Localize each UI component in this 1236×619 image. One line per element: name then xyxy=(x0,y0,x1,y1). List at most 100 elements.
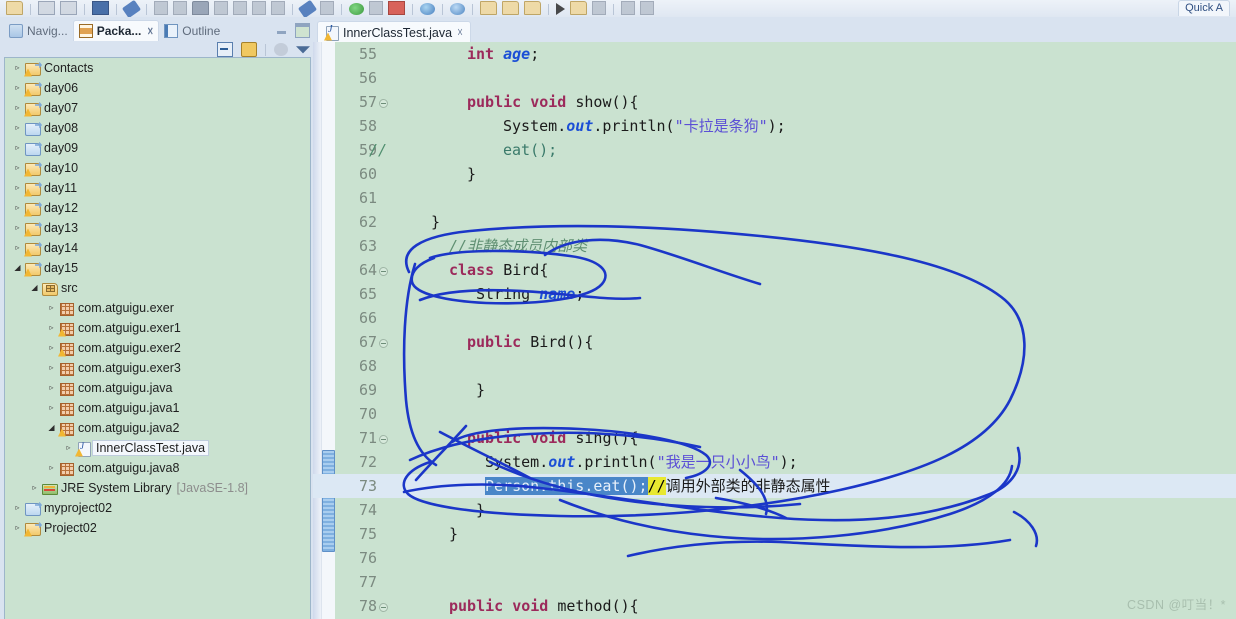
tree-item[interactable]: ▹ day08 xyxy=(5,118,310,138)
chart-b-icon[interactable] xyxy=(252,1,266,15)
code-line[interactable]: 77 xyxy=(313,570,1236,594)
debug-icon[interactable] xyxy=(214,1,228,15)
twisty-collapsed-icon[interactable]: ▹ xyxy=(45,358,58,378)
profile-icon[interactable] xyxy=(320,1,334,15)
twisty-collapsed-icon[interactable]: ▹ xyxy=(11,198,24,218)
tree-item[interactable]: ▹ day09 xyxy=(5,138,310,158)
tree-item[interactable]: ▹ Contacts xyxy=(5,58,310,78)
open-type-icon[interactable] xyxy=(570,1,587,15)
tree-item[interactable]: ▹ com.atguigu.exer1 xyxy=(5,318,310,338)
monitor-icon[interactable] xyxy=(92,1,109,15)
link-with-editor-icon[interactable] xyxy=(241,42,257,57)
next-icon[interactable] xyxy=(640,1,654,15)
globe-icon[interactable] xyxy=(420,3,435,15)
chart-c-icon[interactable] xyxy=(271,1,285,15)
twisty-collapsed-icon[interactable]: ▹ xyxy=(11,238,24,258)
fold-toggle-icon[interactable] xyxy=(379,99,388,108)
twisty-collapsed-icon[interactable]: ▹ xyxy=(11,218,24,238)
tree-item[interactable]: ▹ Project02 xyxy=(5,518,310,538)
twisty-collapsed-icon[interactable]: ▹ xyxy=(11,518,24,538)
search-icon[interactable] xyxy=(121,0,142,17)
twisty-collapsed-icon[interactable]: ▹ xyxy=(45,338,58,358)
tree-item[interactable]: ▹ com.atguigu.exer3 xyxy=(5,358,310,378)
twisty-collapsed-icon[interactable]: ▹ xyxy=(11,118,24,138)
tree-item[interactable]: ▹ com.atguigu.exer2 xyxy=(5,338,310,358)
tree-item[interactable]: ▹ day12 xyxy=(5,198,310,218)
twisty-collapsed-icon[interactable]: ▹ xyxy=(45,398,58,418)
code-line[interactable]: 66 xyxy=(313,306,1236,330)
twisty-collapsed-icon[interactable]: ▹ xyxy=(11,138,24,158)
code-line[interactable]: 69} xyxy=(313,378,1236,402)
code-line[interactable]: 68 xyxy=(313,354,1236,378)
tree-item[interactable]: ▹ day07 xyxy=(5,98,310,118)
twisty-collapsed-icon[interactable]: ▹ xyxy=(28,478,41,498)
quick-access-field[interactable]: Quick A xyxy=(1178,0,1230,16)
run-icon[interactable] xyxy=(349,3,364,15)
chart-a-icon[interactable] xyxy=(233,1,247,15)
open-folder-icon[interactable] xyxy=(6,1,23,15)
folder-b-icon[interactable] xyxy=(502,1,519,15)
twisty-collapsed-icon[interactable]: ▹ xyxy=(45,378,58,398)
code-line[interactable]: 62} xyxy=(313,210,1236,234)
twisty-collapsed-icon[interactable]: ▹ xyxy=(11,498,24,518)
folder-link-icon[interactable] xyxy=(524,1,541,15)
code-line[interactable]: 65 String name; xyxy=(313,282,1236,306)
code-line[interactable]: 70 xyxy=(313,402,1236,426)
fold-toggle-icon[interactable] xyxy=(379,267,388,276)
code-line[interactable]: 73 Person.this.eat();//调用外部类的非静态属性 xyxy=(313,474,1236,498)
folder-a-icon[interactable] xyxy=(480,1,497,15)
save-icon[interactable] xyxy=(38,1,55,15)
twisty-collapsed-icon[interactable]: ▹ xyxy=(45,298,58,318)
tree-item[interactable]: ◢ day15 xyxy=(5,258,310,278)
tree-item[interactable]: ▹ com.atguigu.java8 xyxy=(5,458,310,478)
source-code-text[interactable]: 55 int age; 56 57 public void show(){58 Syste… xyxy=(313,42,1236,619)
twisty-collapsed-icon[interactable]: ▹ xyxy=(11,98,24,118)
tree-item[interactable]: ▹ InnerClassTest.java xyxy=(5,438,310,458)
twisty-collapsed-icon[interactable]: ▹ xyxy=(11,58,24,78)
tab-package-explorer[interactable]: Packa... ☓ xyxy=(72,20,160,41)
tree-item[interactable]: ▹ com.atguigu.java xyxy=(5,378,310,398)
twisty-expanded-icon[interactable]: ◢ xyxy=(11,258,24,278)
tree-item[interactable]: ▹ day06 xyxy=(5,78,310,98)
code-line[interactable]: 78 public void method(){ xyxy=(313,594,1236,618)
code-line[interactable]: 74} xyxy=(313,498,1236,522)
code-line[interactable]: 58 System.out.println("卡拉是条狗"); xyxy=(313,114,1236,138)
tree-item[interactable]: ▹ com.atguigu.java1 xyxy=(5,398,310,418)
code-line[interactable]: 71 public void sing(){ xyxy=(313,426,1236,450)
project-tree[interactable]: ▹ Contacts ▹ day06 ▹ day07 ▹ day08 ▹ day09 ▹ day10 ▹… xyxy=(4,57,311,619)
tab-outline[interactable]: Outline xyxy=(159,21,225,41)
fold-toggle-icon[interactable] xyxy=(379,603,388,612)
tree-item[interactable]: ▹ myproject02 xyxy=(5,498,310,518)
dot-icon[interactable] xyxy=(592,1,606,15)
search-decl-icon[interactable] xyxy=(621,1,635,15)
tree-item[interactable]: ▹ day13 xyxy=(5,218,310,238)
collapse-all-icon[interactable] xyxy=(217,42,233,57)
back-icon[interactable] xyxy=(450,3,465,15)
run-arrow-icon[interactable] xyxy=(556,3,565,15)
code-line[interactable]: 75} xyxy=(313,522,1236,546)
columns-icon[interactable] xyxy=(173,1,187,15)
tree-item[interactable]: ▹ day14 xyxy=(5,238,310,258)
fold-toggle-icon[interactable] xyxy=(379,435,388,444)
twisty-expanded-icon[interactable]: ◢ xyxy=(28,278,41,298)
code-line[interactable]: 60} xyxy=(313,162,1236,186)
code-line[interactable]: 63 //非静态成员内部类 xyxy=(313,234,1236,258)
code-line[interactable]: 55 int age; xyxy=(313,42,1236,66)
minimize-button[interactable] xyxy=(275,24,288,37)
view-menu-icon[interactable] xyxy=(296,46,310,54)
code-line[interactable]: 61 xyxy=(313,186,1236,210)
tree-item[interactable]: ▹ com.atguigu.exer xyxy=(5,298,310,318)
run-menu-icon[interactable] xyxy=(369,1,383,15)
twisty-expanded-icon[interactable]: ◢ xyxy=(45,418,58,438)
twisty-collapsed-icon[interactable]: ▹ xyxy=(11,178,24,198)
external-tools-icon[interactable] xyxy=(297,0,318,17)
tree-item[interactable]: ▹ JRE System Library [JavaSE-1.8] xyxy=(5,478,310,498)
close-icon[interactable]: ☓ xyxy=(457,26,463,39)
twisty-collapsed-icon[interactable]: ▹ xyxy=(45,458,58,478)
code-line[interactable]: 57 public void show(){ xyxy=(313,90,1236,114)
tree-item[interactable]: ◢ src xyxy=(5,278,310,298)
tree-item[interactable]: ◢ com.atguigu.java2 xyxy=(5,418,310,438)
drawer-icon[interactable] xyxy=(192,1,209,15)
code-line[interactable]: 67 public Bird(){ xyxy=(313,330,1236,354)
twisty-collapsed-icon[interactable]: ▹ xyxy=(11,78,24,98)
